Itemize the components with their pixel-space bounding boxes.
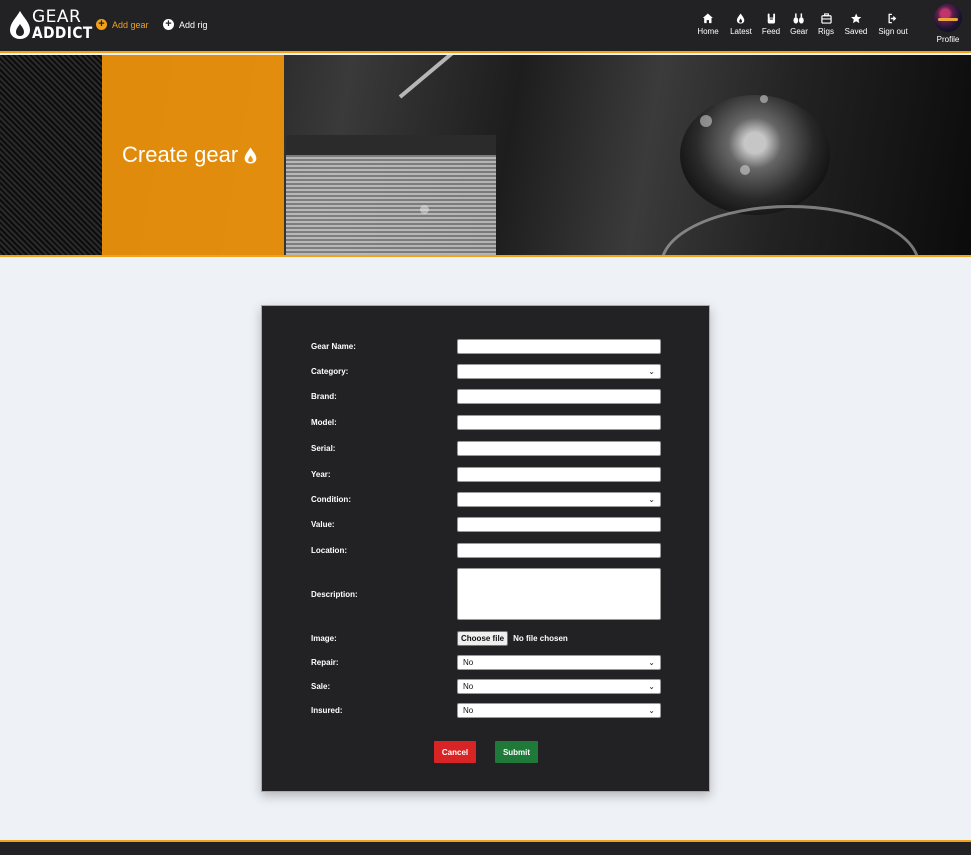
hero-divider xyxy=(0,255,971,257)
hero-bokeh xyxy=(420,205,429,214)
flame-icon xyxy=(244,147,257,163)
nav-saved[interactable]: Saved xyxy=(844,13,868,36)
nav-latest[interactable]: Latest xyxy=(730,13,752,36)
description-label: Description: xyxy=(311,590,358,599)
image-file-input[interactable]: Choose file No file chosen xyxy=(457,631,568,646)
cancel-button[interactable]: Cancel xyxy=(434,741,476,763)
description-textarea[interactable] xyxy=(457,568,661,620)
model-input[interactable] xyxy=(457,415,661,430)
sale-label: Sale: xyxy=(311,682,331,691)
nav-rigs[interactable]: Rigs xyxy=(818,13,834,36)
hero-banner: Create gear xyxy=(0,55,971,255)
condition-label: Condition: xyxy=(311,495,351,504)
value-label: Value: xyxy=(311,520,335,529)
case-icon xyxy=(820,13,832,24)
serial-input[interactable] xyxy=(457,441,661,456)
insured-value: No xyxy=(463,706,474,715)
insured-select[interactable]: No ⌄ xyxy=(457,703,661,718)
hero-bokeh xyxy=(760,95,768,103)
sale-select[interactable]: No ⌄ xyxy=(457,679,661,694)
profile-label: Profile xyxy=(936,35,960,44)
nav-latest-label: Latest xyxy=(730,27,752,36)
nav-home-label: Home xyxy=(697,27,719,36)
add-gear-label: Add gear xyxy=(112,19,149,30)
footer xyxy=(0,840,971,855)
repair-select[interactable]: No ⌄ xyxy=(457,655,661,670)
file-status-text: No file chosen xyxy=(513,634,568,643)
gear-name-input[interactable] xyxy=(457,339,661,354)
nav-rigs-label: Rigs xyxy=(817,27,835,36)
condition-select[interactable]: ⌄ xyxy=(457,492,661,507)
chevron-down-icon: ⌄ xyxy=(648,706,655,715)
nav-feed-label: Feed xyxy=(761,27,781,36)
plus-circle-icon: + xyxy=(96,19,107,30)
nav-feed[interactable]: Feed xyxy=(762,13,780,36)
flame-icon xyxy=(737,13,745,24)
brand-label: Brand: xyxy=(311,392,337,401)
hero-bokeh xyxy=(740,165,750,175)
sign-out-icon xyxy=(888,13,897,24)
gear-name-label: Gear Name: xyxy=(311,342,356,351)
chevron-down-icon: ⌄ xyxy=(648,495,655,504)
category-select[interactable]: ⌄ xyxy=(457,364,661,379)
chevron-down-icon: ⌄ xyxy=(648,367,655,376)
submit-button[interactable]: Submit xyxy=(495,741,538,763)
hero-drum-rim xyxy=(660,205,920,255)
hero-drum xyxy=(680,95,830,215)
avatar xyxy=(934,4,962,32)
plus-circle-icon: + xyxy=(163,19,174,30)
nav-saved-label: Saved xyxy=(844,27,868,36)
nav-profile[interactable]: Profile xyxy=(934,4,962,44)
chevron-down-icon: ⌄ xyxy=(648,682,655,691)
year-label: Year: xyxy=(311,470,331,479)
nav-sign-out-label: Sign out xyxy=(878,27,908,36)
sale-value: No xyxy=(463,682,474,691)
home-icon xyxy=(702,13,714,24)
insured-label: Insured: xyxy=(311,706,343,715)
nav-gear[interactable]: Gear xyxy=(790,13,808,36)
nav-sign-out[interactable]: Sign out xyxy=(878,13,908,36)
repair-value: No xyxy=(463,658,474,667)
brand-input[interactable] xyxy=(457,389,661,404)
gear-addict-logo[interactable]: GEAR ADDICT xyxy=(10,7,92,42)
guitar-icon xyxy=(793,13,805,24)
add-gear-link[interactable]: + Add gear xyxy=(96,19,149,30)
hero-mic-stand xyxy=(398,55,524,99)
logo-text-addict: ADDICT xyxy=(32,23,93,42)
page-title-text: Create gear xyxy=(122,142,239,167)
chevron-down-icon: ⌄ xyxy=(648,658,655,667)
hero-amp-grille xyxy=(0,55,102,255)
location-label: Location: xyxy=(311,546,347,555)
year-input[interactable] xyxy=(457,467,661,482)
model-label: Model: xyxy=(311,418,337,427)
nav-gear-label: Gear xyxy=(790,27,808,36)
hero-amp-cloth xyxy=(286,155,496,255)
create-gear-form: Gear Name: Category: ⌄ Brand: Model: Ser… xyxy=(261,305,710,792)
nav-home[interactable]: Home xyxy=(697,13,719,36)
add-rig-label: Add rig xyxy=(179,19,208,30)
serial-label: Serial: xyxy=(311,444,336,453)
hero-bokeh xyxy=(700,115,712,127)
rock-hand-icon xyxy=(767,13,775,24)
choose-file-button[interactable]: Choose file xyxy=(457,631,509,646)
add-rig-link[interactable]: + Add rig xyxy=(163,19,208,30)
flame-logo-icon xyxy=(10,11,30,39)
category-label: Category: xyxy=(311,367,349,376)
value-input[interactable] xyxy=(457,517,661,532)
top-navbar: GEAR ADDICT + Add gear + Add rig Home La… xyxy=(0,0,971,53)
image-label: Image: xyxy=(311,634,337,643)
page-title: Create gear xyxy=(122,142,257,168)
star-icon xyxy=(850,13,862,24)
location-input[interactable] xyxy=(457,543,661,558)
repair-label: Repair: xyxy=(311,658,339,667)
